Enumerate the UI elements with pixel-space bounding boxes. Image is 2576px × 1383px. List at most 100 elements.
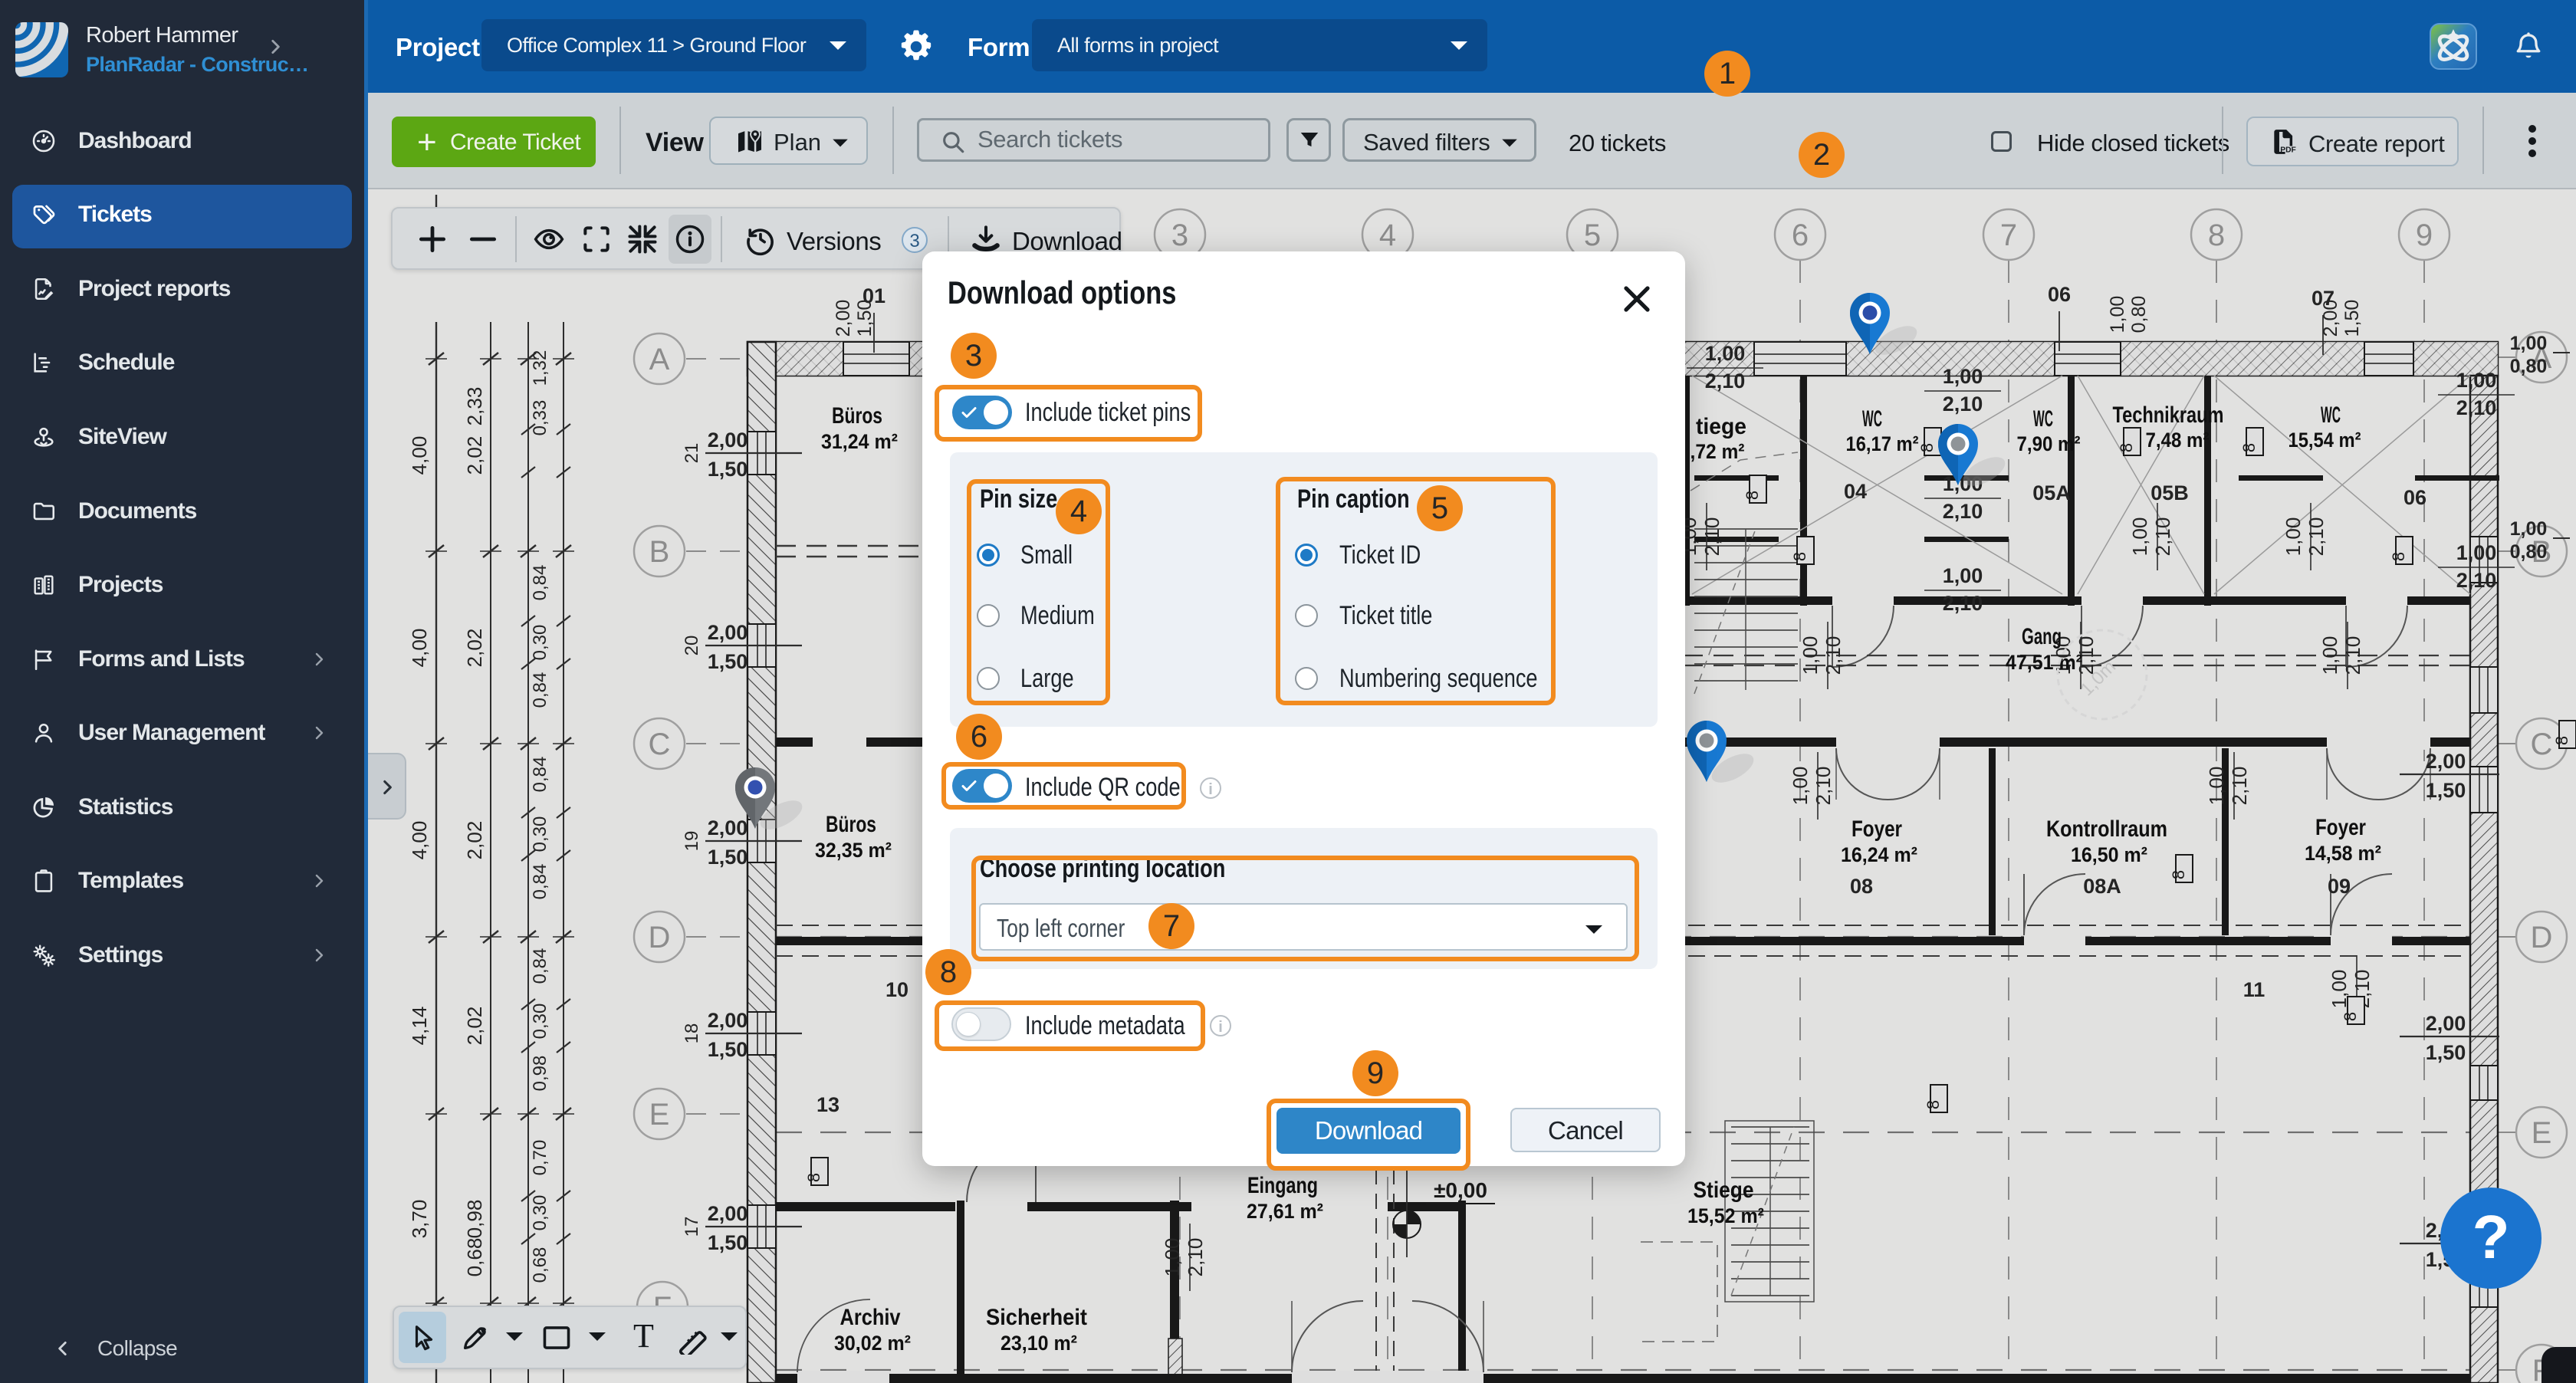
- svg-text:0,30: 0,30: [530, 625, 550, 661]
- svg-text:0,68: 0,68: [463, 1238, 486, 1277]
- svg-text:0,84: 0,84: [530, 948, 550, 984]
- svg-text:0,30: 0,30: [530, 1004, 550, 1040]
- svg-text:WC: WC: [1862, 406, 1882, 432]
- svg-text:Foyer: Foyer: [2315, 815, 2366, 840]
- svg-text:0,30: 0,30: [530, 816, 550, 852]
- svg-text:Archiv: Archiv: [840, 1305, 901, 1330]
- svg-text:15,54 m²: 15,54 m²: [2288, 429, 2361, 452]
- svg-text:0,84: 0,84: [530, 864, 550, 900]
- svg-text:8: 8: [2552, 736, 2571, 745]
- svg-text:2,10: 2,10: [1943, 393, 1983, 416]
- svg-text:2,10: 2,10: [1700, 517, 1723, 557]
- svg-text:14,58 m²: 14,58 m²: [2305, 842, 2381, 865]
- svg-text:E: E: [649, 1098, 670, 1132]
- svg-text:0,84: 0,84: [530, 672, 550, 708]
- svg-text:8: 8: [2389, 552, 2408, 561]
- svg-text:2,10: 2,10: [2228, 767, 2251, 806]
- svg-text:WC: WC: [2321, 402, 2341, 428]
- svg-text:19: 19: [682, 831, 702, 852]
- svg-text:04: 04: [1844, 480, 1867, 503]
- svg-text:2,00: 2,00: [708, 1009, 748, 1032]
- svg-text:1,00: 1,00: [1943, 564, 1983, 587]
- svg-text:0,80: 0,80: [2128, 296, 2150, 333]
- svg-text:18: 18: [682, 1023, 702, 1044]
- svg-text:3,70: 3,70: [408, 1200, 431, 1239]
- svg-text:11: 11: [2243, 978, 2266, 1001]
- svg-text:1,50: 1,50: [2426, 1041, 2466, 1064]
- svg-text:2,02: 2,02: [463, 436, 486, 475]
- svg-text:2,10: 2,10: [1822, 636, 1845, 675]
- svg-text:2,10: 2,10: [1943, 500, 1983, 523]
- svg-text:2,10: 2,10: [1705, 370, 1746, 393]
- svg-text:2,00: 2,00: [708, 1202, 748, 1225]
- svg-text:tiege: tiege: [1696, 414, 1746, 439]
- svg-text:8: 8: [2208, 218, 2225, 252]
- svg-text:09: 09: [2328, 875, 2351, 898]
- svg-text:1,00: 1,00: [1789, 767, 1812, 806]
- svg-text:0,84: 0,84: [530, 565, 550, 601]
- svg-text:0,84: 0,84: [530, 757, 550, 793]
- svg-text:5: 5: [1584, 218, 1601, 252]
- svg-text:2,10: 2,10: [2305, 517, 2328, 557]
- svg-text:1,00: 1,00: [1705, 342, 1746, 365]
- svg-text:20: 20: [682, 636, 702, 656]
- svg-text:8: 8: [1924, 1100, 1943, 1109]
- svg-text:2,10: 2,10: [2456, 569, 2497, 592]
- svg-text:1,00: 1,00: [2510, 518, 2548, 540]
- svg-text:8: 8: [1790, 552, 1809, 561]
- svg-text:Technikraum: Technikraum: [2113, 402, 2224, 428]
- svg-text:15,52 m²: 15,52 m²: [1687, 1204, 1764, 1227]
- svg-text:1,32: 1,32: [530, 350, 550, 386]
- svg-text:2,33: 2,33: [463, 387, 486, 426]
- svg-text:0,80: 0,80: [2510, 541, 2548, 563]
- svg-text:1,50: 1,50: [708, 1038, 748, 1061]
- svg-text:8: 8: [2341, 1012, 2360, 1021]
- svg-text:Büros: Büros: [832, 403, 882, 429]
- svg-text:3: 3: [1171, 218, 1188, 252]
- svg-text:4,00: 4,00: [408, 436, 431, 475]
- svg-text:2,10: 2,10: [1943, 592, 1983, 615]
- svg-text:08A: 08A: [2083, 875, 2121, 898]
- svg-text:2,00: 2,00: [708, 429, 748, 452]
- svg-text:1,50: 1,50: [708, 650, 748, 673]
- svg-text:16,24 m²: 16,24 m²: [1841, 843, 1917, 866]
- svg-text:06: 06: [2048, 283, 2071, 306]
- svg-text:D: D: [2531, 921, 2553, 954]
- svg-text:1,50: 1,50: [708, 458, 748, 481]
- svg-text:Büros: Büros: [826, 812, 876, 837]
- svg-text:Foyer: Foyer: [1852, 816, 1902, 842]
- svg-text:4,00: 4,00: [408, 629, 431, 668]
- svg-text:05A: 05A: [2032, 481, 2071, 504]
- svg-text:2,10: 2,10: [2341, 636, 2364, 675]
- svg-text:05B: 05B: [2150, 481, 2189, 504]
- svg-text:1,50: 1,50: [2341, 300, 2363, 337]
- svg-text:0,98: 0,98: [530, 1056, 550, 1092]
- svg-text:0,33: 0,33: [530, 400, 550, 436]
- svg-text:21: 21: [682, 443, 702, 464]
- svg-text:8: 8: [1917, 443, 1937, 452]
- svg-text:2,02: 2,02: [463, 629, 486, 668]
- svg-text:PDF: PDF: [2280, 146, 2296, 154]
- svg-text:0,68: 0,68: [530, 1247, 550, 1283]
- svg-text:1,50: 1,50: [708, 1231, 748, 1254]
- svg-text:16,50 m²: 16,50 m²: [2071, 843, 2147, 866]
- svg-text:8: 8: [2169, 870, 2188, 879]
- svg-text:Kontrollraum: Kontrollraum: [2046, 816, 2167, 842]
- svg-text:B: B: [649, 535, 670, 569]
- svg-text:Sicherheit: Sicherheit: [986, 1305, 1087, 1330]
- svg-text:Stiege: Stiege: [1694, 1178, 1754, 1203]
- svg-text:01: 01: [863, 284, 886, 307]
- svg-text:16,17 m²: 16,17 m²: [1846, 432, 1919, 455]
- svg-text:0,98: 0,98: [463, 1200, 486, 1239]
- svg-text:2,00: 2,00: [708, 816, 748, 839]
- svg-text:Eingang: Eingang: [1247, 1173, 1318, 1198]
- svg-text:1,00: 1,00: [2318, 636, 2341, 675]
- svg-text:31,24 m²: 31,24 m²: [821, 430, 898, 453]
- svg-text:9: 9: [2416, 218, 2433, 252]
- svg-text:2,00: 2,00: [2426, 750, 2466, 773]
- svg-text:1,50: 1,50: [708, 846, 748, 869]
- svg-text:47,51 m²: 47,51 m²: [2006, 651, 2082, 674]
- svg-text:7,90 m²: 7,90 m²: [2017, 432, 2081, 455]
- svg-text:E: E: [2532, 1116, 2552, 1150]
- svg-text:WC: WC: [2033, 406, 2053, 432]
